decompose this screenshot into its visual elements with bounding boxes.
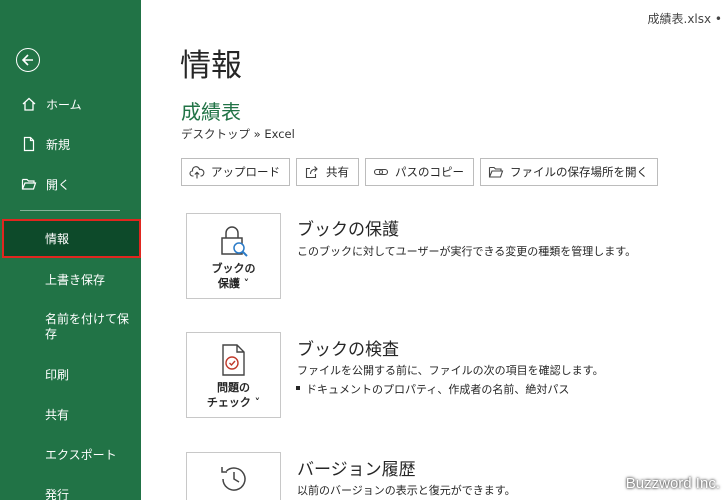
sidebar-item-label: エクスポート [45,447,117,462]
sidebar-divider [20,210,120,211]
document-title: 成績表 [181,100,241,124]
home-icon [20,95,38,113]
copy-path-label: パスのコピー [395,165,464,179]
sidebar-item-info[interactable]: 情報 [2,219,141,258]
backstage-sidebar: ホーム 新規 開く 情報 上書き保存 名前を付けて保存 印刷 共有 エクスポート… [0,0,141,500]
version-history-desc: 以前のバージョンの表示と復元ができます。 [297,484,516,497]
window-filename: 成績表.xlsx • [647,12,723,26]
protect-workbook-tile-label: ブックの 保護 ˅ [187,261,280,291]
protect-tile-line2: 保護 ˅ [217,277,250,290]
check-issues-tile-label: 問題の チェック ˅ [187,380,280,410]
version-history-button[interactable] [186,452,281,500]
check-issues-button[interactable]: 問題の チェック ˅ [186,332,281,418]
sidebar-item-label: 印刷 [45,367,70,382]
sidebar-item-save-as[interactable]: 名前を付けて保存 [0,308,141,348]
link-icon [373,164,389,180]
open-file-location-label: ファイルの保存場所を開く [510,165,648,179]
page-title: 情報 [180,48,242,84]
version-history-title: バージョン履歴 [297,460,416,480]
sidebar-item-export[interactable]: エクスポート [0,436,141,472]
share-button[interactable]: 共有 [296,158,359,186]
sidebar-item-publish[interactable]: 発行 [0,476,141,500]
sidebar-item-label: 情報 [45,232,70,246]
inspect-bullet-item: ドキュメントのプロパティ、作成者の名前、絶対パス [295,383,570,396]
back-button[interactable] [16,48,40,72]
back-arrow-icon [21,54,33,66]
upload-button[interactable]: アップロード [181,158,290,186]
sidebar-item-label: 上書き保存 [45,272,106,287]
check-tile-line2: チェック ˅ [206,396,261,409]
sidebar-item-open[interactable]: 開く [0,166,141,202]
sidebar-item-label: 発行 [45,487,70,500]
protect-workbook-title: ブックの保護 [297,220,399,240]
protect-tile-line1: ブックの [211,262,256,275]
new-document-icon [20,135,38,153]
cloud-upload-icon [189,164,205,180]
protect-workbook-button[interactable]: ブックの 保護 ˅ [186,213,281,299]
sidebar-item-label: 開く [46,177,71,192]
history-clock-icon [221,467,246,491]
copy-path-button[interactable]: パスのコピー [365,158,474,186]
check-tile-line1: 問題の [217,381,250,394]
sidebar-item-save[interactable]: 上書き保存 [0,261,141,297]
lock-icon [221,226,248,257]
open-file-location-button[interactable]: ファイルの保存場所を開く [480,158,658,186]
sidebar-item-print[interactable]: 印刷 [0,356,141,392]
sidebar-item-label: 名前を付けて保存 [45,312,130,341]
upload-label: アップロード [211,165,280,179]
action-toolbar: アップロード 共有 パスのコピー ファイルの保存場所を開く [181,158,658,186]
share-label: 共有 [326,165,349,179]
sidebar-item-label: 新規 [46,137,71,152]
inspect-workbook-desc: ファイルを公開する前に、ファイルの次の項目を確認します。 [297,364,604,377]
sidebar-item-share[interactable]: 共有 [0,396,141,432]
folder-open-icon [20,175,38,193]
sidebar-item-label: ホーム [46,97,82,112]
folder-icon [488,164,504,180]
watermark: Buzzword Inc. [625,475,720,492]
document-path: デスクトップ » Excel [181,127,295,141]
sidebar-item-new[interactable]: 新規 [0,126,141,162]
sidebar-item-home[interactable]: ホーム [0,86,141,122]
inspect-workbook-title: ブックの検査 [297,340,399,360]
inspect-document-icon [222,344,245,376]
protect-workbook-desc: このブックに対してユーザーが実行できる変更の種類を管理します。 [297,245,637,258]
share-icon [304,164,320,180]
sidebar-item-label: 共有 [45,407,70,422]
